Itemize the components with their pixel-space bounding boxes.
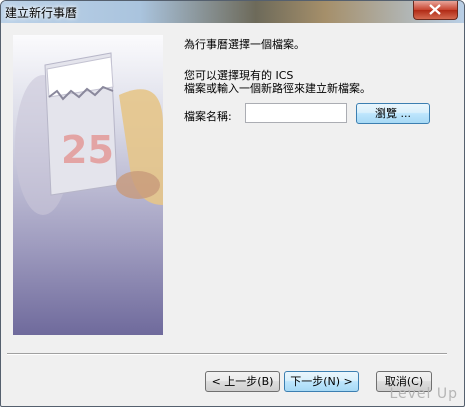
footer-separator	[7, 353, 447, 355]
window-title: 建立新行事曆	[5, 6, 78, 20]
art-number: 25	[61, 128, 114, 172]
browse-button[interactable]: 瀏覽 ...	[356, 103, 430, 124]
dialog-heading: 為行事曆選擇一個檔案。	[184, 38, 305, 51]
watermark: Level Up	[389, 386, 458, 402]
filename-label: 檔案名稱:	[184, 110, 232, 123]
calendar-illustration: 25	[13, 35, 163, 335]
dialog-body: 25 為行事曆選擇一個檔案。 您可以選擇現有的 ICS 檔案或輸入一個新路徑來建…	[7, 27, 458, 401]
dialog-window: 建立新行事曆 25 為行事曆選擇一個檔案。 您可以選擇現有的 ICS 檔案或輸入…	[0, 0, 465, 407]
back-button[interactable]: < 上一步(B)	[205, 371, 280, 392]
close-button[interactable]	[413, 1, 458, 20]
title-bar[interactable]: 建立新行事曆	[1, 1, 464, 23]
filename-input[interactable]	[245, 103, 347, 123]
description-line-2: 檔案或輸入一個新路徑來建立新檔案。	[184, 82, 371, 95]
next-button[interactable]: 下一步(N) >	[284, 371, 359, 392]
